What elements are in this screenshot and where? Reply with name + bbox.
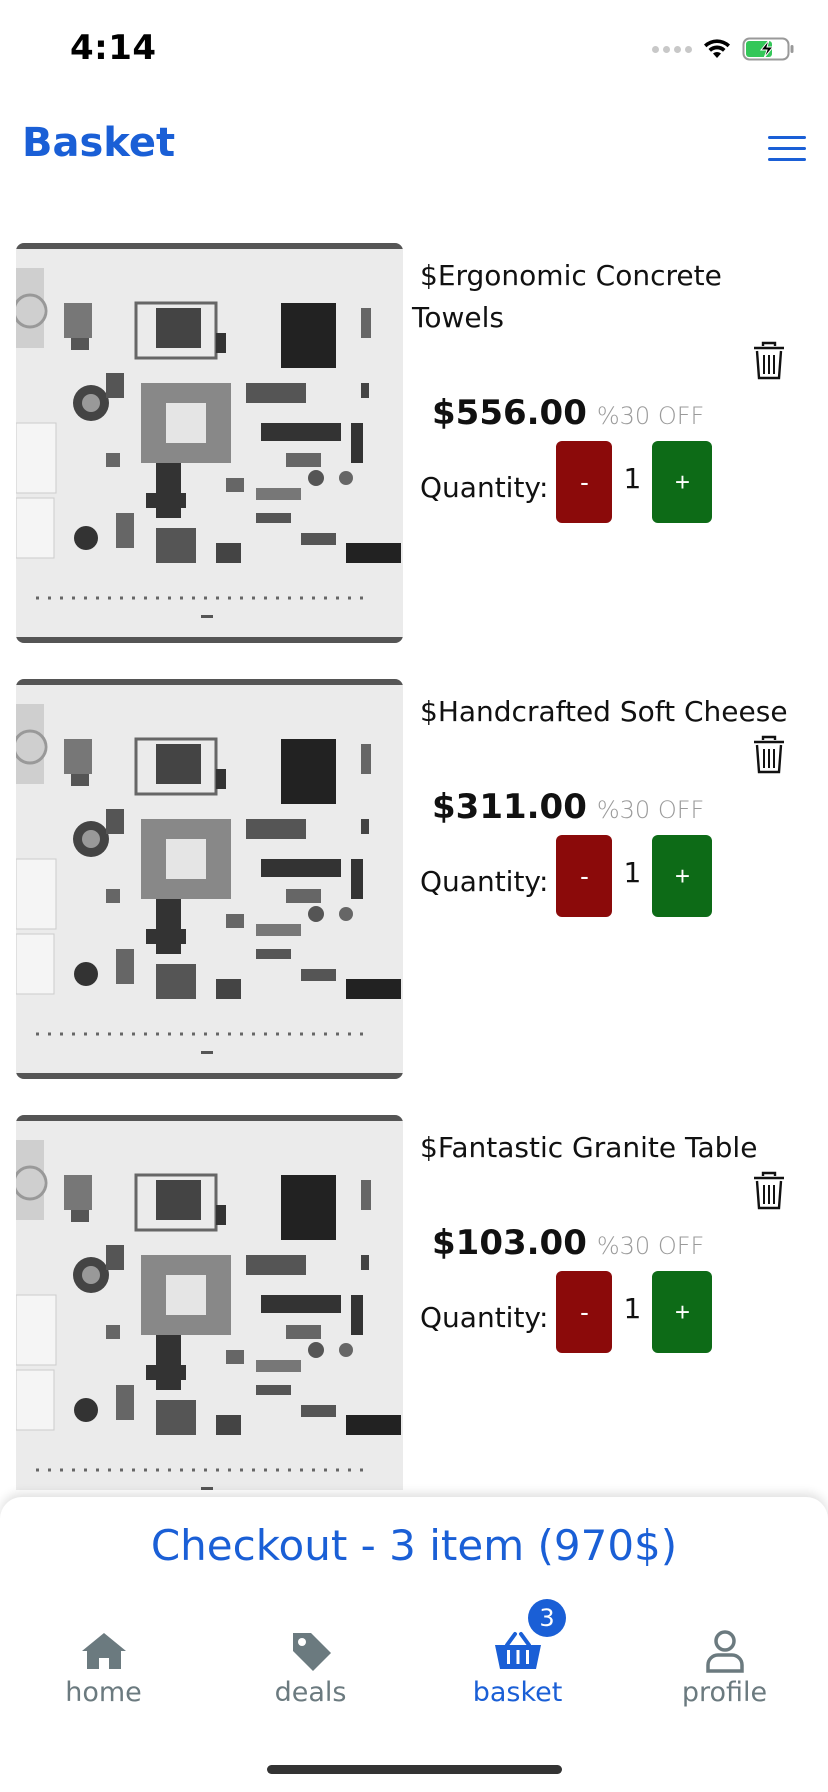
price: $103.00 bbox=[432, 1223, 587, 1263]
product-image[interactable] bbox=[16, 1115, 403, 1490]
quantity-label: Quantity: bbox=[420, 470, 549, 504]
product-image[interactable] bbox=[16, 243, 403, 643]
product-image[interactable] bbox=[16, 679, 403, 1079]
product-title: $Ergonomic Concrete Towels bbox=[412, 259, 722, 334]
menu-icon bbox=[768, 136, 806, 139]
quantity-value: 1 bbox=[623, 461, 642, 495]
tab-label: home bbox=[65, 1677, 142, 1708]
tab-label: deals bbox=[274, 1677, 347, 1708]
quantity-label: Quantity: bbox=[420, 864, 549, 898]
status-icons bbox=[652, 36, 796, 62]
bottom-sheet: Checkout - 3 item (970$) home deals 3 ba… bbox=[0, 1497, 828, 1792]
basket-item: $Handcrafted Soft Cheese $311.00 %30 OFF… bbox=[0, 679, 828, 1079]
product-title: $Fantastic Granite Table bbox=[420, 1131, 758, 1164]
price-row: $103.00 %30 OFF bbox=[432, 1223, 704, 1263]
price: $556.00 bbox=[432, 393, 587, 433]
tab-profile[interactable]: profile bbox=[621, 1627, 828, 1737]
trash-icon[interactable] bbox=[752, 341, 786, 381]
tab-bar: home deals 3 basket profile bbox=[0, 1599, 828, 1737]
tag-icon bbox=[286, 1627, 336, 1675]
quantity-row: Quantity: - 1 + bbox=[420, 835, 713, 917]
home-icon bbox=[79, 1627, 129, 1675]
quantity-row: Quantity: - 1 + bbox=[420, 1271, 713, 1353]
increase-quantity-button[interactable]: + bbox=[652, 835, 713, 917]
cellular-signal-icon bbox=[652, 45, 692, 53]
wifi-icon bbox=[704, 39, 730, 58]
trash-icon[interactable] bbox=[752, 735, 786, 775]
increase-quantity-button[interactable]: + bbox=[652, 441, 713, 523]
status-time: 4:14 bbox=[70, 28, 157, 68]
discount: %30 OFF bbox=[596, 796, 705, 824]
battery-icon bbox=[742, 37, 794, 61]
home-indicator bbox=[267, 1765, 562, 1774]
price-row: $556.00 %30 OFF bbox=[432, 393, 704, 433]
quantity-row: Quantity: - 1 + bbox=[420, 441, 713, 523]
quantity-value: 1 bbox=[623, 1291, 642, 1325]
decrease-quantity-button[interactable]: - bbox=[556, 1271, 613, 1353]
tab-label: basket bbox=[472, 1677, 563, 1708]
cart-count-badge: 3 bbox=[528, 1599, 566, 1637]
price: $311.00 bbox=[432, 787, 587, 827]
price-row: $311.00 %30 OFF bbox=[432, 787, 704, 827]
tab-basket[interactable]: 3 basket bbox=[414, 1599, 621, 1737]
basket-item: $Fantastic Granite Table $103.00 %30 OFF… bbox=[0, 1115, 828, 1490]
header: Basket bbox=[0, 110, 828, 180]
checkout-button[interactable]: Checkout - 3 item (970$) bbox=[0, 1521, 828, 1570]
discount: %30 OFF bbox=[596, 402, 705, 430]
status-bar: 4:14 bbox=[0, 0, 828, 100]
tab-label: profile bbox=[681, 1677, 768, 1708]
tab-home[interactable]: home bbox=[0, 1627, 207, 1737]
quantity-label: Quantity: bbox=[420, 1300, 549, 1334]
product-title: $Handcrafted Soft Cheese bbox=[420, 695, 788, 728]
menu-button[interactable] bbox=[768, 136, 806, 164]
discount: %30 OFF bbox=[596, 1232, 705, 1260]
tab-deals[interactable]: deals bbox=[207, 1627, 414, 1737]
decrease-quantity-button[interactable]: - bbox=[556, 441, 613, 523]
increase-quantity-button[interactable]: + bbox=[652, 1271, 713, 1353]
page-title: Basket bbox=[22, 120, 176, 166]
basket-item: $Ergonomic Concrete Towels $556.00 %30 O… bbox=[0, 243, 828, 643]
person-icon bbox=[700, 1627, 750, 1675]
trash-icon[interactable] bbox=[752, 1171, 786, 1211]
decrease-quantity-button[interactable]: - bbox=[556, 835, 613, 917]
quantity-value: 1 bbox=[623, 855, 642, 889]
basket-icon bbox=[493, 1627, 543, 1675]
